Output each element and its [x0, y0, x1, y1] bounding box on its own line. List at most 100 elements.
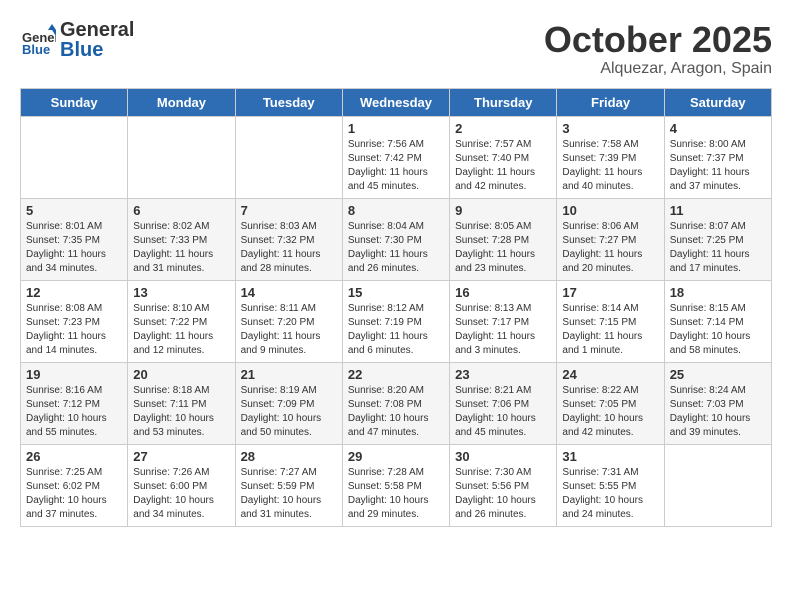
day-info: Sunrise: 8:02 AM Sunset: 7:33 PM Dayligh…	[133, 220, 229, 276]
day-number: 17	[562, 285, 658, 300]
day-info: Sunrise: 7:26 AM Sunset: 6:00 PM Dayligh…	[133, 466, 229, 522]
weekday-header-thursday: Thursday	[450, 88, 557, 116]
day-info: Sunrise: 8:16 AM Sunset: 7:12 PM Dayligh…	[26, 384, 122, 440]
day-number: 14	[241, 285, 337, 300]
day-number: 11	[670, 203, 766, 218]
day-number: 15	[348, 285, 444, 300]
day-number: 27	[133, 449, 229, 464]
day-cell-6: 6 Sunrise: 8:02 AM Sunset: 7:33 PM Daylig…	[128, 198, 235, 280]
day-info: Sunrise: 8:07 AM Sunset: 7:25 PM Dayligh…	[670, 220, 766, 276]
day-info: Sunrise: 8:05 AM Sunset: 7:28 PM Dayligh…	[455, 220, 551, 276]
day-number: 19	[26, 367, 122, 382]
day-number: 13	[133, 285, 229, 300]
day-cell-empty	[128, 116, 235, 198]
day-info: Sunrise: 7:56 AM Sunset: 7:42 PM Dayligh…	[348, 138, 444, 194]
day-number: 9	[455, 203, 551, 218]
day-number: 31	[562, 449, 658, 464]
day-number: 21	[241, 367, 337, 382]
logo-icon: General Blue	[20, 22, 56, 58]
day-info: Sunrise: 8:10 AM Sunset: 7:22 PM Dayligh…	[133, 302, 229, 358]
weekday-header-monday: Monday	[128, 88, 235, 116]
title-block: October 2025 Alquezar, Aragon, Spain	[544, 20, 772, 78]
day-info: Sunrise: 7:58 AM Sunset: 7:39 PM Dayligh…	[562, 138, 658, 194]
day-number: 12	[26, 285, 122, 300]
weekday-header-saturday: Saturday	[664, 88, 771, 116]
day-cell-12: 12Sunrise: 8:08 AM Sunset: 7:23 PM Dayli…	[21, 280, 128, 362]
logo-general-text: General	[60, 20, 134, 40]
month-title: October 2025	[544, 20, 772, 60]
day-info: Sunrise: 8:01 AM Sunset: 7:35 PM Dayligh…	[26, 220, 122, 276]
logo: General Blue General Blue	[20, 20, 134, 60]
day-info: Sunrise: 8:11 AM Sunset: 7:20 PM Dayligh…	[241, 302, 337, 358]
day-number: 25	[670, 367, 766, 382]
day-number: 7	[241, 203, 337, 218]
day-number: 6	[133, 203, 229, 218]
day-cell-11: 11 Sunrise: 8:07 AM Sunset: 7:25 PM Dayli…	[664, 198, 771, 280]
day-cell-29: 29Sunrise: 7:28 AM Sunset: 5:58 PM Dayli…	[342, 444, 449, 526]
day-info: Sunrise: 8:03 AM Sunset: 7:32 PM Dayligh…	[241, 220, 337, 276]
day-info: Sunrise: 8:21 AM Sunset: 7:06 PM Dayligh…	[455, 384, 551, 440]
svg-text:Blue: Blue	[22, 42, 50, 57]
weekday-header-sunday: Sunday	[21, 88, 128, 116]
day-info: Sunrise: 8:24 AM Sunset: 7:03 PM Dayligh…	[670, 384, 766, 440]
day-cell-8: 8Sunrise: 8:04 AM Sunset: 7:30 PM Daylig…	[342, 198, 449, 280]
day-number: 5	[26, 203, 122, 218]
day-cell-17: 17 Sunrise: 8:14 AM Sunset: 7:15 PM Dayli…	[557, 280, 664, 362]
day-info: Sunrise: 8:14 AM Sunset: 7:15 PM Dayligh…	[562, 302, 658, 358]
day-cell-19: 19 Sunrise: 8:16 AM Sunset: 7:12 PM Dayli…	[21, 362, 128, 444]
day-number: 23	[455, 367, 551, 382]
day-info: Sunrise: 8:20 AM Sunset: 7:08 PM Dayligh…	[348, 384, 444, 440]
day-cell-30: 30Sunrise: 7:30 AM Sunset: 5:56 PM Dayli…	[450, 444, 557, 526]
page-header: General Blue General Blue October 2025 A…	[20, 20, 772, 78]
day-info: Sunrise: 8:00 AM Sunset: 7:37 PM Dayligh…	[670, 138, 766, 194]
day-cell-13: 13 Sunrise: 8:10 AM Sunset: 7:22 PM Dayli…	[128, 280, 235, 362]
day-cell-16: 16 Sunrise: 8:13 AM Sunset: 7:17 PM Dayli…	[450, 280, 557, 362]
logo-blue-text: Blue	[60, 40, 134, 60]
day-cell-21: 21 Sunrise: 8:19 AM Sunset: 7:09 PM Dayli…	[235, 362, 342, 444]
day-cell-23: 23 Sunrise: 8:21 AM Sunset: 7:06 PM Dayli…	[450, 362, 557, 444]
day-cell-25: 25 Sunrise: 8:24 AM Sunset: 7:03 PM Dayli…	[664, 362, 771, 444]
week-row-1: 1 Sunrise: 7:56 AM Sunset: 7:42 PM Daylig…	[21, 116, 772, 198]
day-number: 2	[455, 121, 551, 136]
day-cell-26: 26 Sunrise: 7:25 AM Sunset: 6:02 PM Dayli…	[21, 444, 128, 526]
day-cell-2: 2Sunrise: 7:57 AM Sunset: 7:40 PM Daylig…	[450, 116, 557, 198]
day-number: 22	[348, 367, 444, 382]
week-row-3: 12Sunrise: 8:08 AM Sunset: 7:23 PM Dayli…	[21, 280, 772, 362]
day-info: Sunrise: 8:12 AM Sunset: 7:19 PM Dayligh…	[348, 302, 444, 358]
day-cell-15: 15 Sunrise: 8:12 AM Sunset: 7:19 PM Dayli…	[342, 280, 449, 362]
day-info: Sunrise: 8:19 AM Sunset: 7:09 PM Dayligh…	[241, 384, 337, 440]
day-number: 3	[562, 121, 658, 136]
day-number: 24	[562, 367, 658, 382]
day-number: 26	[26, 449, 122, 464]
day-cell-3: 3 Sunrise: 7:58 AM Sunset: 7:39 PM Daylig…	[557, 116, 664, 198]
day-number: 20	[133, 367, 229, 382]
day-number: 1	[348, 121, 444, 136]
day-info: Sunrise: 8:15 AM Sunset: 7:14 PM Dayligh…	[670, 302, 766, 358]
day-cell-20: 20 Sunrise: 8:18 AM Sunset: 7:11 PM Dayli…	[128, 362, 235, 444]
day-number: 16	[455, 285, 551, 300]
day-info: Sunrise: 7:28 AM Sunset: 5:58 PM Dayligh…	[348, 466, 444, 522]
day-cell-4: 4Sunrise: 8:00 AM Sunset: 7:37 PM Daylig…	[664, 116, 771, 198]
day-cell-empty	[235, 116, 342, 198]
calendar-table: SundayMondayTuesdayWednesdayThursdayFrid…	[20, 88, 772, 527]
day-info: Sunrise: 8:06 AM Sunset: 7:27 PM Dayligh…	[562, 220, 658, 276]
week-row-2: 5 Sunrise: 8:01 AM Sunset: 7:35 PM Daylig…	[21, 198, 772, 280]
day-number: 8	[348, 203, 444, 218]
day-cell-empty	[664, 444, 771, 526]
day-cell-24: 24Sunrise: 8:22 AM Sunset: 7:05 PM Dayli…	[557, 362, 664, 444]
day-number: 30	[455, 449, 551, 464]
day-info: Sunrise: 7:31 AM Sunset: 5:55 PM Dayligh…	[562, 466, 658, 522]
day-info: Sunrise: 8:18 AM Sunset: 7:11 PM Dayligh…	[133, 384, 229, 440]
day-info: Sunrise: 7:25 AM Sunset: 6:02 PM Dayligh…	[26, 466, 122, 522]
weekday-header-wednesday: Wednesday	[342, 88, 449, 116]
week-row-4: 19 Sunrise: 8:16 AM Sunset: 7:12 PM Dayli…	[21, 362, 772, 444]
week-row-5: 26 Sunrise: 7:25 AM Sunset: 6:02 PM Dayli…	[21, 444, 772, 526]
day-cell-empty	[21, 116, 128, 198]
day-cell-28: 28Sunrise: 7:27 AM Sunset: 5:59 PM Dayli…	[235, 444, 342, 526]
day-cell-31: 31 Sunrise: 7:31 AM Sunset: 5:55 PM Dayli…	[557, 444, 664, 526]
day-number: 10	[562, 203, 658, 218]
weekday-header-row: SundayMondayTuesdayWednesdayThursdayFrid…	[21, 88, 772, 116]
location-subtitle: Alquezar, Aragon, Spain	[544, 60, 772, 78]
weekday-header-tuesday: Tuesday	[235, 88, 342, 116]
day-info: Sunrise: 8:13 AM Sunset: 7:17 PM Dayligh…	[455, 302, 551, 358]
